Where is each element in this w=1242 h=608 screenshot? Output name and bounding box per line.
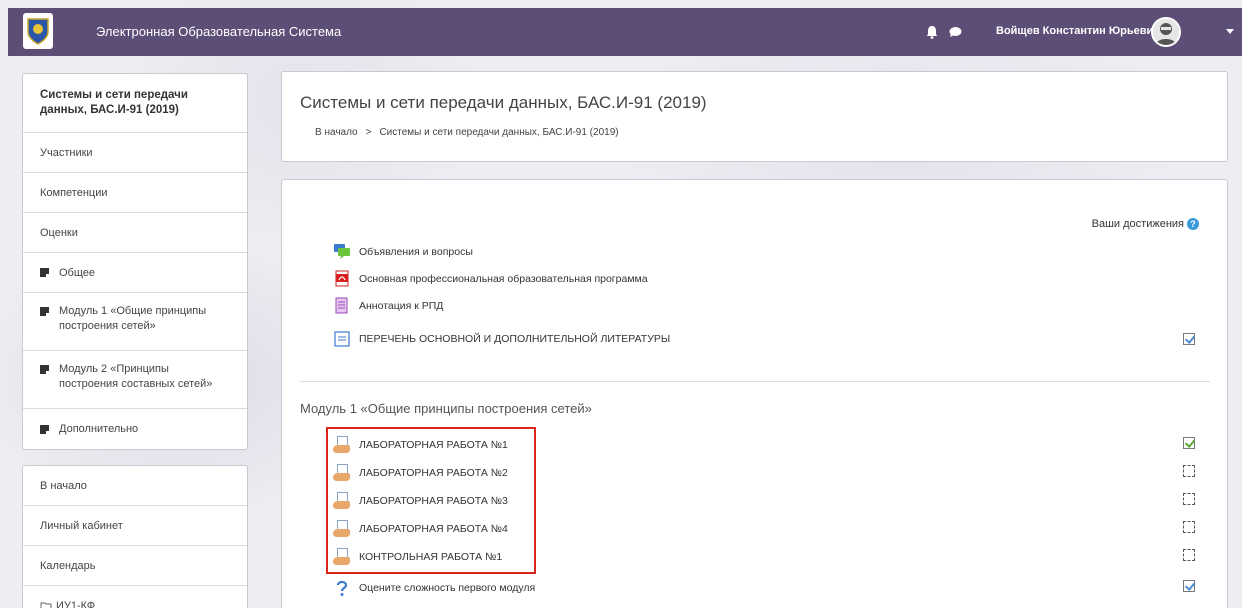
breadcrumb-current[interactable]: Системы и сети передачи данных, БАС.И-91… — [379, 127, 618, 138]
activity-lab-2[interactable]: ЛАБОРАТОРНАЯ РАБОТА №2 — [333, 464, 508, 482]
course-content: Ваши достижения ? Объявления и вопросы О… — [281, 179, 1228, 608]
sidebar-item-label: Компетенции — [40, 186, 108, 199]
site-nav-sidebar: В начало Личный кабинет Календарь ИУ1-КФ — [22, 465, 248, 608]
activity-label: ЛАБОРАТОРНАЯ РАБОТА №4 — [359, 523, 508, 535]
notifications-bell-icon[interactable] — [926, 25, 938, 39]
achievements-label: Ваши достижения ? — [1092, 218, 1199, 230]
folder-icon — [40, 268, 49, 277]
activity-control-work-1[interactable]: КОНТРОЛЬНАЯ РАБОТА №1 — [333, 548, 502, 566]
sidebar-course-title[interactable]: Системы и сети передачи данных, БАС.И-91… — [23, 74, 247, 133]
help-icon[interactable]: ? — [1187, 218, 1199, 230]
assignment-icon — [333, 464, 351, 482]
nav-item-iu1-kf[interactable]: ИУ1-КФ — [23, 586, 247, 608]
sidebar-item-label: Оценки — [40, 226, 78, 239]
nav-item-dashboard[interactable]: Личный кабинет — [23, 506, 247, 546]
section-title-module-1: Модуль 1 «Общие принципы построения сете… — [300, 401, 592, 416]
activity-label: КОНТРОЛЬНАЯ РАБОТА №1 — [359, 551, 503, 563]
activity-annotation[interactable]: Аннотация к РПД — [333, 297, 443, 315]
breadcrumb-separator: > — [365, 127, 372, 138]
activity-label: Основная профессиональная образовательна… — [359, 273, 648, 285]
sidebar-item-label: Общее — [59, 266, 96, 279]
completion-checkbox-checked[interactable] — [1183, 580, 1195, 592]
sidebar-item-label: Модуль 1 «Общие принципы построения сете… — [59, 305, 207, 332]
activity-label: ЛАБОРАТОРНАЯ РАБОТА №2 — [359, 467, 508, 479]
question-icon — [336, 580, 348, 596]
activity-lab-3[interactable]: ЛАБОРАТОРНАЯ РАБОТА №3 — [333, 492, 508, 510]
courses-folder-icon — [40, 602, 52, 608]
sidebar-item-general[interactable]: Общее — [23, 253, 247, 293]
completion-checkbox-empty[interactable] — [1183, 521, 1195, 533]
completion-checkbox-empty[interactable] — [1183, 493, 1195, 505]
site-title[interactable]: Электронная Образовательная Система — [96, 24, 341, 39]
messages-chat-icon[interactable] — [949, 26, 962, 38]
sidebar-item-module-2[interactable]: Модуль 2 «Принципы построения составных … — [23, 351, 247, 409]
activity-label: Оцените сложность первого модуля — [359, 582, 536, 594]
completion-checkbox-empty[interactable] — [1183, 549, 1195, 561]
document-icon — [335, 297, 348, 314]
activity-feedback[interactable]: Оцените сложность первого модуля — [333, 579, 535, 597]
activity-literature-list[interactable]: ПЕРЕЧЕНЬ ОСНОВНОЙ И ДОПОЛНИТЕЛЬНОЙ ЛИТЕР… — [333, 330, 670, 348]
forum-icon — [334, 244, 350, 259]
assignment-icon — [333, 548, 351, 566]
sidebar-item-additional[interactable]: Дополнительно — [23, 409, 247, 449]
assignment-icon — [333, 492, 351, 510]
section-divider — [300, 381, 1210, 382]
assignment-icon — [333, 436, 351, 454]
nav-item-home[interactable]: В начало — [23, 466, 247, 506]
activity-lab-1[interactable]: ЛАБОРАТОРНАЯ РАБОТА №1 — [333, 436, 508, 454]
completion-checkbox-checked[interactable] — [1183, 437, 1195, 449]
activity-label: ЛАБОРАТОРНАЯ РАБОТА №3 — [359, 495, 508, 507]
file-icon — [334, 331, 350, 347]
activity-label: Аннотация к РПД — [359, 300, 444, 312]
achievements-text: Ваши достижения — [1091, 218, 1184, 230]
folder-icon — [40, 365, 49, 374]
breadcrumb: В начало > Системы и сети передачи данны… — [315, 127, 619, 138]
sidebar-item-label: Участники — [40, 146, 93, 159]
top-navbar: Электронная Образовательная Система Войщ… — [8, 8, 1242, 56]
nav-item-label: Календарь — [40, 559, 96, 572]
sidebar-item-label: Дополнительно — [59, 423, 139, 435]
folder-icon — [40, 424, 49, 434]
nav-item-calendar[interactable]: Календарь — [23, 546, 247, 586]
activity-label: ЛАБОРАТОРНАЯ РАБОТА №1 — [359, 439, 508, 451]
activity-pdf[interactable]: Основная профессиональная образовательна… — [333, 270, 648, 288]
user-avatar[interactable] — [1151, 17, 1181, 47]
folder-icon — [40, 307, 49, 316]
sidebar-item-module-1[interactable]: Модуль 1 «Общие принципы построения сете… — [23, 293, 247, 351]
activity-forum[interactable]: Объявления и вопросы — [333, 243, 473, 261]
sidebar-item-participants[interactable]: Участники — [23, 133, 247, 173]
breadcrumb-home-link[interactable]: В начало — [315, 127, 358, 138]
user-menu-chevron-down-icon[interactable] — [1226, 29, 1234, 34]
page-title: Системы и сети передачи данных, БАС.И-91… — [300, 93, 707, 112]
completion-checkbox-empty[interactable] — [1183, 465, 1195, 477]
user-name[interactable]: Войщев Константин Юрьевич — [996, 25, 1160, 37]
activity-label: ПЕРЕЧЕНЬ ОСНОВНОЙ И ДОПОЛНИТЕЛЬНОЙ ЛИТЕР… — [359, 333, 671, 345]
completion-checkbox-checked[interactable] — [1183, 333, 1195, 345]
site-logo[interactable] — [23, 13, 53, 49]
nav-item-label: В начало — [40, 479, 87, 492]
sidebar-item-grades[interactable]: Оценки — [23, 213, 247, 253]
sidebar-item-competencies[interactable]: Компетенции — [23, 173, 247, 213]
course-sidebar: Системы и сети передачи данных, БАС.И-91… — [22, 73, 248, 450]
nav-item-label: Личный кабинет — [40, 519, 123, 532]
activity-lab-4[interactable]: ЛАБОРАТОРНАЯ РАБОТА №4 — [333, 520, 508, 538]
pdf-icon — [335, 270, 349, 287]
page-header: Системы и сети передачи данных, БАС.И-91… — [281, 71, 1228, 162]
activity-label: Объявления и вопросы — [359, 246, 473, 258]
sidebar-item-label: Модуль 2 «Принципы построения составных … — [59, 363, 213, 390]
nav-item-label: ИУ1-КФ — [56, 600, 96, 608]
assignment-icon — [333, 520, 351, 538]
